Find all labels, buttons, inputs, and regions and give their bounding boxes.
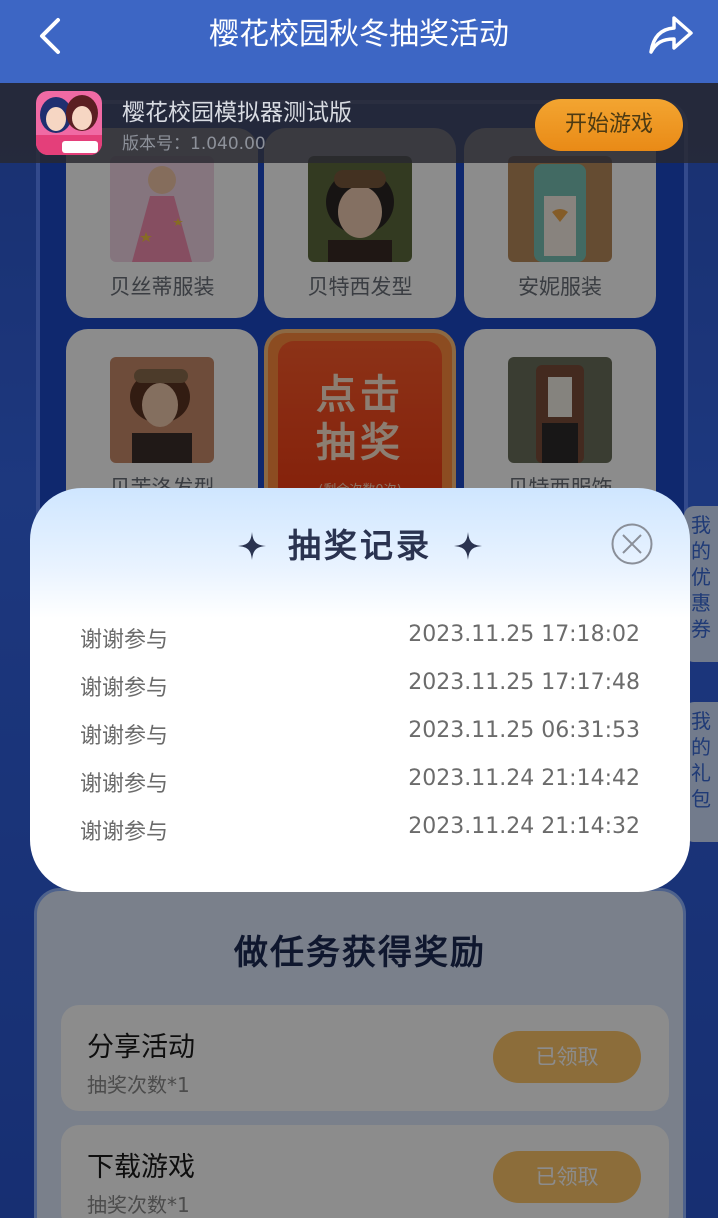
record-row: 谢谢参与 2023.11.25 17:18:02 [80,622,640,653]
page-title: 樱花校园秋冬抽奖活动 [209,17,509,52]
record-time: 2023.11.25 06:31:53 [408,718,640,743]
record-row: 谢谢参与 2023.11.25 17:17:48 [80,670,640,701]
record-time: 2023.11.24 21:14:32 [408,814,640,839]
record-time: 2023.11.25 17:18:02 [408,622,640,647]
close-icon[interactable] [610,522,654,566]
record-result: 谢谢参与 [80,628,169,653]
share-icon[interactable] [648,14,694,56]
game-version: 版本号：1.040.00 [122,134,266,154]
record-row: 谢谢参与 2023.11.24 21:14:42 [80,766,640,797]
modal-title: 抽奖记录 [288,526,432,565]
record-result: 谢谢参与 [80,676,169,701]
draw-records-modal: 抽奖记录 谢谢参与 2023.11.25 17:18:02 谢谢参与 2023.… [30,488,690,892]
record-result: 谢谢参与 [80,724,169,749]
game-app-icon [36,91,102,155]
record-result: 谢谢参与 [80,820,169,845]
record-row: 谢谢参与 2023.11.24 21:14:32 [80,814,640,845]
start-game-button[interactable]: 开始游戏 [535,99,683,151]
record-time: 2023.11.24 21:14:42 [408,766,640,791]
record-time: 2023.11.25 17:17:48 [408,670,640,695]
back-arrow-icon[interactable] [34,16,68,56]
record-result: 谢谢参与 [80,772,169,797]
game-banner: 樱花校园模拟器测试版 版本号：1.040.00 开始游戏 [0,83,718,163]
top-nav-bar: 樱花校园秋冬抽奖活动 [0,0,718,83]
game-name: 樱花校园模拟器测试版 [122,100,352,126]
sparkle-icon [454,532,482,560]
record-row: 谢谢参与 2023.11.25 06:31:53 [80,718,640,749]
